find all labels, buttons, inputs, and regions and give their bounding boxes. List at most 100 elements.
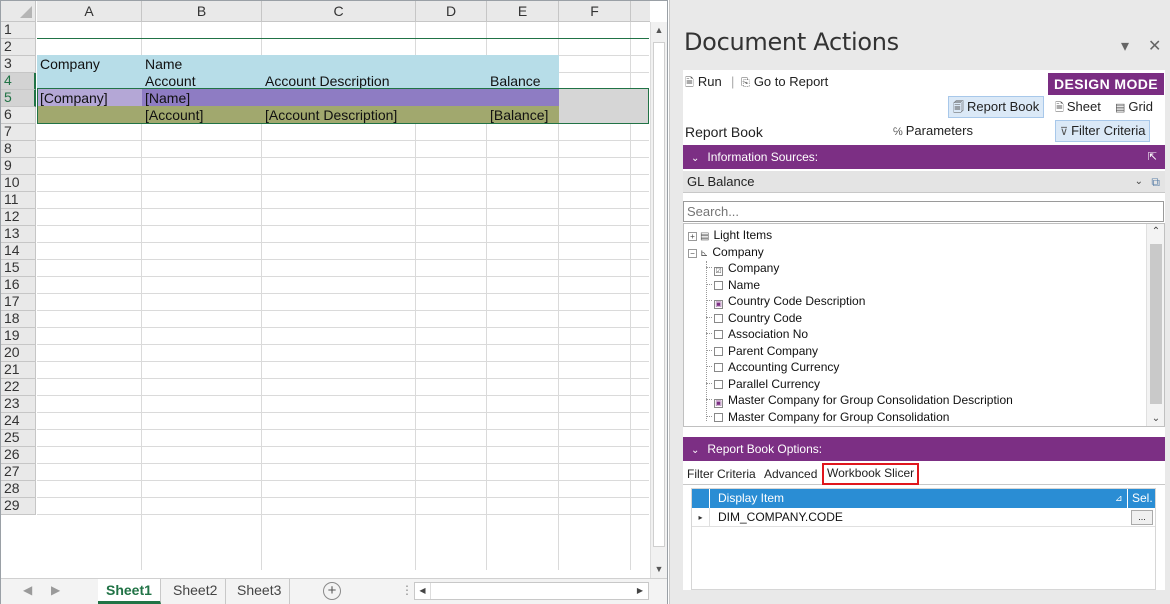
tree-node-association-no[interactable]: Association No [706, 326, 808, 342]
column-header-a[interactable]: A [37, 1, 142, 22]
tree-node-company[interactable]: ☑ Company [706, 260, 779, 276]
column-header-b[interactable]: B [142, 1, 262, 22]
tree-node-company[interactable]: − ⊾ Company [688, 244, 764, 260]
tab-workbook-slicer[interactable]: Workbook Slicer [822, 463, 920, 485]
row-header-21[interactable]: 21 [1, 362, 36, 379]
row-header-23[interactable]: 23 [1, 396, 36, 413]
checkbox-icon[interactable] [714, 363, 723, 372]
checkbox-icon[interactable]: ▣ [714, 300, 723, 309]
report-book-button[interactable]: 🗐 Report Book [948, 96, 1045, 118]
plus-circle-icon[interactable]: + [323, 582, 341, 600]
display-item-value[interactable]: DIM_COMPANY.CODE [718, 508, 843, 527]
checkbox-icon[interactable] [714, 412, 723, 422]
row-header-8[interactable]: 8 [1, 141, 36, 158]
checkbox-icon[interactable] [714, 346, 723, 356]
row-header-18[interactable]: 18 [1, 311, 36, 328]
row-header-25[interactable]: 25 [1, 430, 36, 447]
report-book-options-header[interactable]: ⌄ Report Book Options: [683, 437, 1165, 461]
filter-criteria-button[interactable]: ⊽ Filter Criteria [1055, 120, 1151, 142]
row-header-1[interactable]: 1 [1, 22, 36, 39]
tree-node-master-company-for-group-consolidation-description[interactable]: ▣ Master Company for Group Consolidation … [706, 392, 1013, 408]
grid-button[interactable]: ▤ Grid [1110, 96, 1158, 118]
information-source-dropdown[interactable]: GL Balance ⌄ ⧉ [683, 171, 1165, 193]
checkbox-icon[interactable] [714, 330, 723, 339]
tree-node-parent-company[interactable]: Parent Company [706, 343, 818, 359]
tab-sheet3[interactable]: Sheet3 [229, 579, 291, 604]
tab-filter-criteria[interactable]: Filter Criteria [687, 467, 756, 481]
row-header-10[interactable]: 10 [1, 175, 36, 192]
chevron-down-icon[interactable]: ⌄ [1135, 171, 1143, 193]
tree-scroll-thumb[interactable] [1150, 244, 1162, 404]
row-header-4[interactable]: 4 [1, 73, 36, 90]
checkbox-icon[interactable]: ☑ [714, 267, 723, 276]
horizontal-scrollbar[interactable]: ◀ ▶ [414, 582, 649, 600]
column-header-c[interactable]: C [262, 1, 416, 22]
row-header-15[interactable]: 15 [1, 260, 36, 277]
column-header-g[interactable] [631, 1, 650, 22]
row-header-29[interactable]: 29 [1, 498, 36, 515]
information-sources-header[interactable]: ⌄ Information Sources: ⇱ [683, 145, 1165, 169]
scroll-left-icon[interactable]: ◀ [415, 583, 431, 599]
row-header-11[interactable]: 11 [1, 192, 36, 209]
row-header-13[interactable]: 13 [1, 226, 36, 243]
checkbox-icon[interactable]: ▣ [714, 399, 723, 408]
row-header-17[interactable]: 17 [1, 294, 36, 311]
row-header-7[interactable]: 7 [1, 124, 36, 141]
row-header-19[interactable]: 19 [1, 328, 36, 345]
pin-icon[interactable]: ⇱ [1148, 145, 1157, 169]
select-all-corner[interactable] [1, 1, 36, 22]
row-header-28[interactable]: 28 [1, 481, 36, 498]
tree-node-parallel-currency[interactable]: Parallel Currency [706, 376, 820, 392]
tab-prev-icon[interactable]: ◀ [23, 583, 32, 597]
checkbox-icon[interactable] [714, 379, 723, 389]
row-header-26[interactable]: 26 [1, 447, 36, 464]
scroll-up-icon[interactable]: ▲ [651, 22, 667, 39]
row-header-6[interactable]: 6 [1, 107, 36, 124]
tab-sheet2[interactable]: Sheet2 [165, 579, 227, 604]
information-tree[interactable]: + ▤ Light Items − ⊾ Company ☑ Company Name ▣ Count… [683, 223, 1165, 427]
row-header-2[interactable]: 2 [1, 39, 36, 56]
checkbox-icon[interactable] [714, 280, 723, 290]
row-header-12[interactable]: 12 [1, 209, 36, 226]
table-row[interactable]: ▸ DIM_COMPANY.CODE ... [692, 508, 1155, 527]
chevron-down-icon[interactable]: ⌄ [1147, 413, 1164, 424]
splitter-handle[interactable]: ⋮ [401, 583, 413, 597]
chevron-up-icon[interactable]: ⌃ [1147, 226, 1164, 237]
tab-advanced[interactable]: Advanced [764, 467, 817, 481]
row-header-16[interactable]: 16 [1, 277, 36, 294]
column-sel[interactable]: Sel. [1127, 489, 1155, 508]
parameters-button[interactable]: ℅ Parameters [888, 120, 978, 142]
scroll-thumb[interactable] [653, 42, 665, 547]
tree-node-country-code-description[interactable]: ▣ Country Code Description [706, 293, 865, 309]
scroll-right-icon[interactable]: ▶ [632, 583, 648, 599]
row-header-27[interactable]: 27 [1, 464, 36, 481]
sheet-button[interactable]: 🗎 Sheet [1050, 96, 1106, 118]
column-header-d[interactable]: D [416, 1, 487, 22]
vertical-scrollbar[interactable]: ▲ ▼ [650, 22, 667, 578]
row-header-14[interactable]: 14 [1, 243, 36, 260]
tree-node-master-company-for-group-consolidation[interactable]: Master Company for Group Consolidation [706, 409, 949, 425]
edit-source-icon[interactable]: ⧉ [1151, 171, 1160, 193]
pane-options-icon[interactable]: ▾ [1121, 36, 1129, 56]
row-header-24[interactable]: 24 [1, 413, 36, 430]
row-header-3[interactable]: 3 [1, 56, 36, 73]
expand-icon[interactable]: + [688, 232, 697, 241]
go-to-report-button[interactable]: ⎘ Go to Report [741, 74, 828, 90]
close-icon[interactable]: ✕ [1148, 36, 1161, 56]
tree-node-name[interactable]: Name [706, 277, 760, 293]
run-button[interactable]: 🗎 Run [685, 74, 722, 93]
select-ellipsis-button[interactable]: ... [1131, 510, 1153, 525]
collapse-icon[interactable]: − [688, 248, 697, 258]
column-display-item[interactable]: Display Item [718, 489, 784, 508]
tree-node-accounting-currency[interactable]: Accounting Currency [706, 359, 839, 375]
tab-sheet1[interactable]: Sheet1 [98, 579, 161, 604]
tree-node-country-code[interactable]: Country Code [706, 310, 802, 326]
tree-scrollbar[interactable]: ⌃ ⌄ [1146, 224, 1164, 426]
column-header-f[interactable]: F [559, 1, 631, 22]
checkbox-icon[interactable] [714, 313, 723, 323]
row-header-5[interactable]: 5 [1, 90, 36, 107]
cell-grid[interactable]: Company Name Account Account Description… [37, 22, 649, 570]
tab-next-icon[interactable]: ▶ [51, 583, 60, 597]
tree-node-light-items[interactable]: + ▤ Light Items [688, 227, 772, 243]
row-header-9[interactable]: 9 [1, 158, 36, 175]
